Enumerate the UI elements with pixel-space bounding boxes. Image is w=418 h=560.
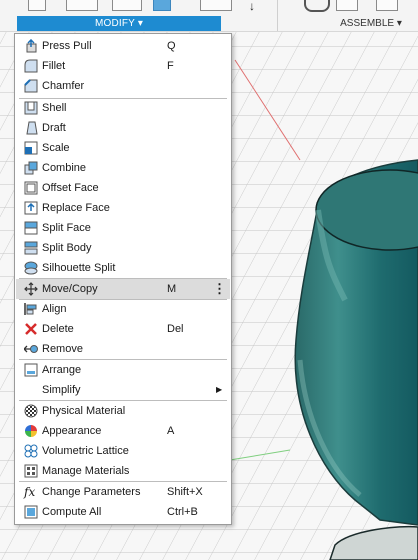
press-pull-icon	[24, 38, 38, 53]
menu-item-simplify[interactable]: Simplify ▶	[16, 380, 230, 400]
menu-item-label: Split Body	[42, 242, 92, 254]
menu-item-label: Remove	[42, 343, 83, 355]
menu-item-split-body[interactable]: Split Body	[16, 238, 230, 258]
align-icon	[24, 302, 38, 316]
menu-item-press-pull[interactable]: Press Pull Q	[16, 36, 230, 56]
menu-item-compute-all[interactable]: Compute All Ctrl+B	[16, 502, 230, 522]
chamfer-icon	[24, 79, 38, 93]
menu-item-fillet[interactable]: Fillet F	[16, 56, 230, 76]
more-options-icon[interactable]: ⋮	[213, 279, 226, 299]
toolbar-tool-icon[interactable]	[66, 0, 98, 11]
shell-icon	[24, 101, 38, 115]
menu-item-physical-material[interactable]: Physical Material	[16, 401, 230, 421]
menu-item-arrange[interactable]: Arrange	[16, 360, 230, 380]
menu-item-shortcut: F	[167, 60, 174, 72]
toolbar-tool-icon[interactable]	[200, 0, 232, 11]
menu-item-delete[interactable]: Delete Del	[16, 319, 230, 339]
menu-item-label: Press Pull	[42, 40, 92, 52]
menu-item-label: Delete	[42, 323, 74, 335]
combine-icon	[24, 161, 38, 175]
menu-item-label: Volumetric Lattice	[42, 445, 129, 457]
menu-item-move-copy[interactable]: Move/Copy M ⋮	[16, 279, 230, 299]
menu-item-label: Scale	[42, 142, 70, 154]
menu-item-shortcut: Shift+X	[167, 486, 203, 498]
menu-item-change-parameters[interactable]: fx Change Parameters Shift+X	[16, 482, 230, 502]
menu-item-label: Combine	[42, 162, 87, 174]
menu-item-shortcut: Ctrl+B	[167, 506, 198, 518]
menu-item-combine[interactable]: Combine	[16, 158, 230, 178]
replace-face-icon	[24, 201, 38, 215]
silhouette-split-icon	[24, 261, 38, 275]
physical-material-icon	[24, 404, 38, 418]
toolbar-tool-icon[interactable]	[28, 0, 46, 11]
menu-item-label: Split Face	[42, 222, 91, 234]
manage-materials-icon	[24, 464, 38, 478]
menu-item-manage-materials[interactable]: Manage Materials	[16, 461, 230, 481]
menu-item-chamfer[interactable]: Chamfer	[16, 76, 230, 96]
toolbar-tool-icon[interactable]	[376, 0, 398, 11]
offset-face-icon	[24, 181, 38, 195]
modify-dropdown-menu: Press Pull Q Fillet F Chamfer Shell Draf…	[14, 33, 232, 525]
menu-item-label: Change Parameters	[42, 486, 141, 498]
menu-item-label: Replace Face	[42, 202, 110, 214]
toolbar-separator	[277, 0, 278, 31]
split-face-icon	[24, 221, 38, 235]
menu-item-draft[interactable]: Draft	[16, 118, 230, 138]
fillet-icon	[24, 59, 38, 73]
menu-item-label: Arrange	[42, 364, 82, 376]
menu-item-offset-face[interactable]: Offset Face	[16, 178, 230, 198]
menu-item-label: Draft	[42, 122, 66, 134]
menu-item-label: Fillet	[42, 60, 66, 72]
assemble-tab[interactable]: ASSEMBLE ▾	[336, 16, 406, 31]
move-icon	[24, 282, 38, 296]
menu-item-label: Offset Face	[42, 182, 99, 194]
remove-icon	[23, 342, 38, 356]
arrange-icon	[24, 363, 38, 377]
draft-icon	[24, 121, 38, 135]
menu-item-label: Shell	[42, 102, 67, 114]
menu-item-silhouette-split[interactable]: Silhouette Split	[16, 258, 230, 278]
menu-item-label: Physical Material	[42, 405, 126, 417]
menu-item-label: Simplify	[42, 384, 81, 396]
modify-tab[interactable]: MODIFY ▾	[17, 16, 221, 31]
menu-item-shortcut: Q	[167, 40, 176, 52]
menu-item-label: Silhouette Split	[42, 262, 116, 274]
toolbar-tool-icon[interactable]	[336, 0, 358, 11]
menu-item-volumetric-lattice[interactable]: Volumetric Lattice	[16, 441, 230, 461]
scale-icon	[24, 141, 38, 155]
fx-icon: fx	[24, 485, 36, 499]
volumetric-lattice-icon	[24, 444, 38, 458]
menu-item-remove[interactable]: Remove	[16, 339, 230, 359]
appearance-icon	[24, 424, 38, 438]
toolbar-tool-icon[interactable]	[112, 0, 142, 11]
menu-item-shortcut: Del	[167, 323, 184, 335]
split-body-icon	[24, 241, 38, 255]
menu-item-shortcut: M	[167, 283, 177, 295]
menu-item-scale[interactable]: Scale	[16, 138, 230, 158]
menu-item-label: Align	[42, 303, 67, 315]
menu-item-align[interactable]: Align	[16, 299, 230, 319]
menu-item-label: Appearance	[42, 425, 102, 437]
delete-icon	[24, 322, 38, 336]
toolbar-tool-icon[interactable]	[153, 0, 171, 11]
arrow-down-icon[interactable]: ↓	[249, 0, 255, 12]
menu-item-appearance[interactable]: Appearance A	[16, 421, 230, 441]
menu-item-label: Manage Materials	[42, 465, 130, 477]
menu-item-label: Chamfer	[42, 80, 85, 92]
joint-icon[interactable]	[304, 0, 330, 12]
menu-item-replace-face[interactable]: Replace Face	[16, 198, 230, 218]
menu-item-split-face[interactable]: Split Face	[16, 218, 230, 238]
submenu-arrow-icon: ▶	[216, 385, 223, 394]
menu-item-label: Move/Copy	[42, 283, 98, 295]
menu-item-shortcut: A	[167, 425, 175, 437]
toolbar: ↓ MODIFY ▾ ASSEMBLE ▾	[0, 0, 418, 32]
menu-item-shell[interactable]: Shell	[16, 98, 230, 118]
menu-item-label: Compute All	[42, 506, 102, 518]
compute-all-icon	[24, 505, 38, 519]
